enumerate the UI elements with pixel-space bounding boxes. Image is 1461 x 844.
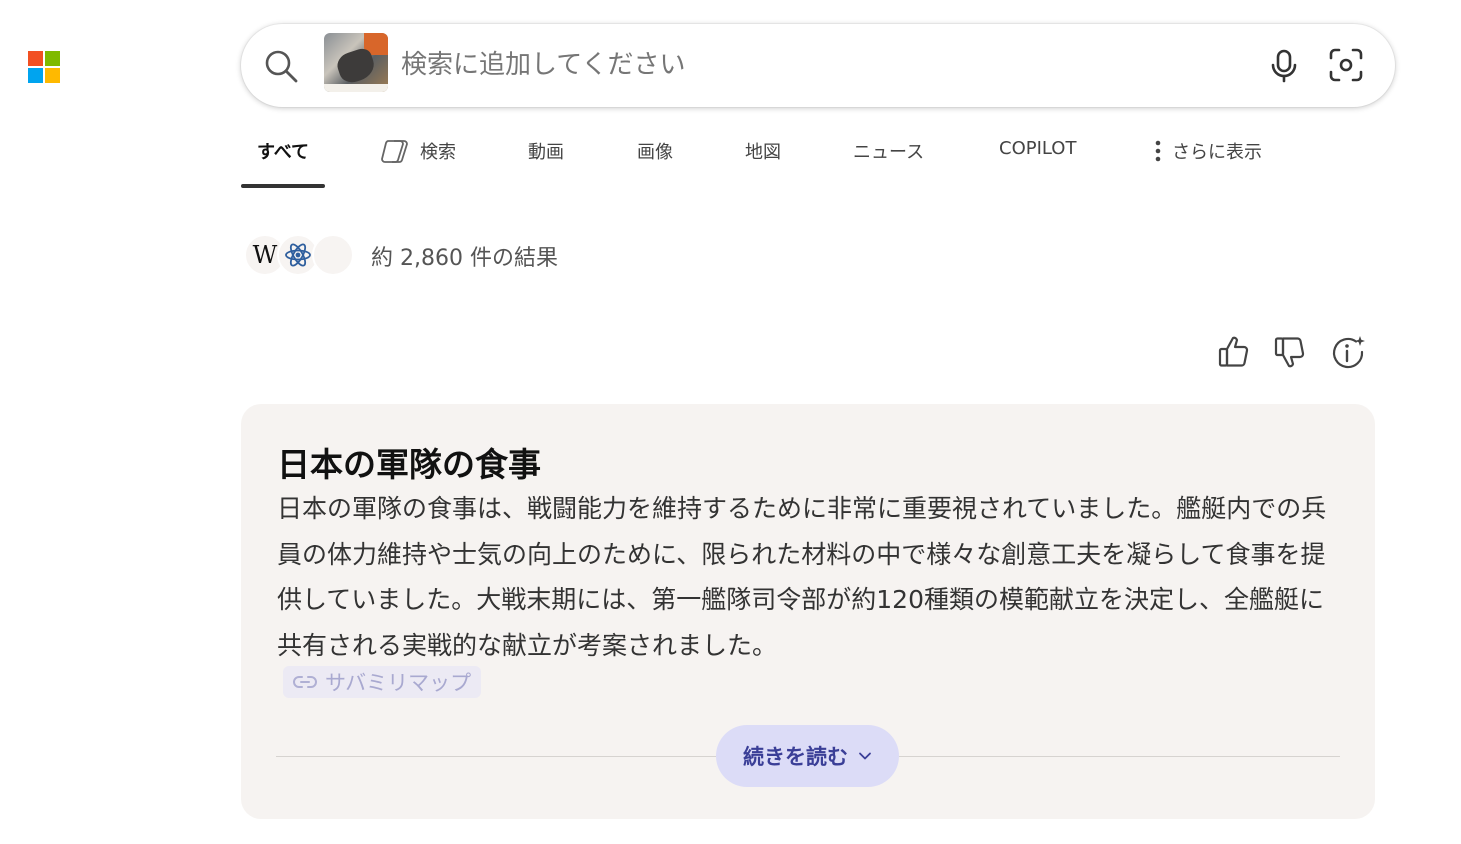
chevron-down-icon xyxy=(859,752,871,760)
divider xyxy=(276,756,716,757)
answer-body: 日本の軍隊の食事は、戦闘能力を維持するために非常に重要視されていました。艦艇内で… xyxy=(277,494,1327,660)
divider xyxy=(899,756,1340,757)
active-tab-indicator xyxy=(241,184,325,188)
tab-copilot[interactable]: COPILOT xyxy=(999,138,1076,159)
tab-images[interactable]: 画像 xyxy=(637,138,673,164)
microsoft-logo[interactable] xyxy=(28,51,60,83)
logo-green-square xyxy=(45,51,60,66)
answer-title: 日本の軍隊の食事 xyxy=(277,445,541,484)
thumbs-up-icon[interactable] xyxy=(1216,334,1252,370)
tab-videos[interactable]: 動画 xyxy=(528,138,564,164)
copilot-icon xyxy=(381,140,408,163)
result-count: 約 2,860 件の結果 xyxy=(371,246,558,271)
thumbs-down-icon[interactable] xyxy=(1272,334,1308,370)
uploaded-image-thumbnail[interactable] xyxy=(324,33,388,92)
citation-chip[interactable]: サバミリマップ xyxy=(283,666,482,698)
thumbnail-caption-strip xyxy=(324,84,388,92)
source-icon[interactable] xyxy=(312,234,354,276)
tab-all[interactable]: すべて xyxy=(257,138,309,164)
ai-info-icon[interactable] xyxy=(1330,334,1366,370)
tab-label: 地図 xyxy=(745,142,781,163)
link-icon xyxy=(293,676,317,688)
search-icon[interactable] xyxy=(263,48,299,84)
tab-label: すべて xyxy=(257,142,310,163)
logo-blue-square xyxy=(28,68,43,83)
tab-label: 動画 xyxy=(528,142,564,163)
answer-sources: W 約 2,860 件の結果 xyxy=(244,234,644,276)
tab-search[interactable]: 検索 xyxy=(380,138,456,164)
tab-label: 検索 xyxy=(420,142,456,163)
tab-label: 画像 xyxy=(637,142,673,163)
citation-label: サバミリマップ xyxy=(325,671,472,695)
tab-news[interactable]: ニュース xyxy=(853,138,924,164)
microphone-icon[interactable] xyxy=(1267,48,1301,84)
logo-yellow-square xyxy=(45,68,60,83)
logo-red-square xyxy=(28,51,43,66)
answer-card: 日本の軍隊の食事 日本の軍隊の食事は、戦闘能力を維持するために非常に重要視されて… xyxy=(241,404,1375,819)
read-more-button[interactable]: 続きを読む xyxy=(716,725,899,787)
more-vertical-icon xyxy=(1155,140,1161,162)
tab-label: ニュース xyxy=(853,142,925,163)
search-scope-tabs: すべて 検索 動画 画像 地図 ニュース COPILOT さらに表示 xyxy=(241,128,1341,190)
visual-search-icon[interactable] xyxy=(1327,46,1365,84)
search-bar xyxy=(241,24,1395,107)
read-more-label: 続きを読む xyxy=(743,745,848,769)
wikipedia-letter: W xyxy=(252,241,278,269)
atom-icon xyxy=(285,243,311,267)
tab-more[interactable]: さらに表示 xyxy=(1154,138,1262,164)
tab-label: さらに表示 xyxy=(1172,142,1262,163)
search-input[interactable] xyxy=(401,44,1221,86)
tab-maps[interactable]: 地図 xyxy=(745,138,781,164)
tab-label: COPILOT xyxy=(999,138,1077,159)
